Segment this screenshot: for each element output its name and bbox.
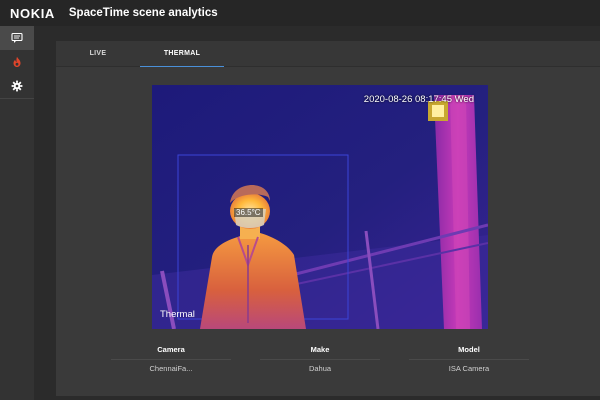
tab-thermal[interactable]: THERMAL — [140, 41, 224, 67]
sidebar-divider — [0, 98, 34, 99]
camera-info-table: Camera ChennaiFa... Make Dahua Model ISA… — [56, 345, 600, 385]
camera-panel: LIVE THERMAL 2020-08-26 08:17:45 Wed 36.… — [56, 41, 600, 396]
model-value: ISA Camera — [448, 364, 490, 373]
model-column: Model ISA Camera — [409, 345, 529, 373]
gear-icon — [11, 80, 23, 92]
sidebar-item-settings[interactable] — [0, 74, 34, 98]
main-content: LIVE THERMAL 2020-08-26 08:17:45 Wed 36.… — [34, 26, 600, 400]
make-value: Dahua — [308, 364, 332, 373]
thermal-video-feed: 2020-08-26 08:17:45 Wed 36.5°C Thermal — [152, 85, 488, 329]
message-icon — [11, 32, 23, 43]
app-title: SpaceTime scene analytics — [68, 7, 218, 19]
tab-live[interactable]: LIVE — [56, 41, 140, 66]
camera-column: Camera ChennaiFa... — [111, 345, 231, 373]
tab-bar: LIVE THERMAL — [56, 41, 600, 67]
timestamp-overlay: 2020-08-26 08:17:45 Wed — [363, 94, 474, 105]
sidebar-item-messages[interactable] — [0, 26, 34, 50]
make-column: Make Dahua — [260, 345, 380, 373]
sidebar — [0, 26, 35, 400]
model-header: Model — [409, 345, 529, 360]
camera-value: ChennaiFa... — [149, 364, 193, 373]
sidebar-item-thermal[interactable] — [0, 50, 34, 74]
temperature-reading: 36.5°C — [234, 208, 263, 217]
camera-header: Camera — [111, 345, 231, 360]
top-bar: NOKIA SpaceTime scene analytics — [0, 0, 600, 26]
brand-logo: NOKIA — [10, 5, 55, 21]
feed-mode-label: Thermal — [160, 309, 195, 320]
fire-icon — [13, 56, 21, 67]
make-header: Make — [260, 345, 380, 360]
